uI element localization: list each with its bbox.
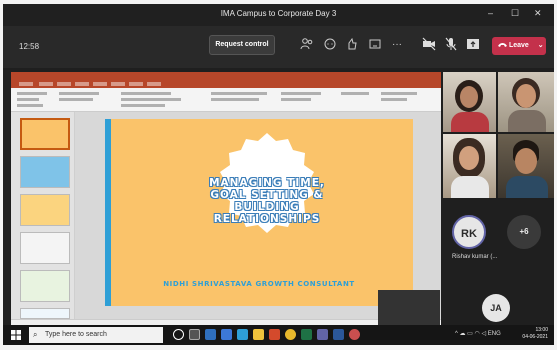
battery-icon[interactable]: ▭ bbox=[467, 331, 473, 337]
participant-video-4 bbox=[498, 134, 554, 198]
reactions-icon[interactable] bbox=[344, 37, 360, 53]
more-icon[interactable]: ··· bbox=[389, 37, 405, 53]
powerpoint-ribbon-tabs bbox=[11, 81, 441, 88]
file-explorer-icon[interactable] bbox=[253, 329, 264, 340]
phone-icon bbox=[498, 43, 507, 48]
participants-icon[interactable] bbox=[299, 37, 315, 53]
participant-video-3 bbox=[443, 134, 496, 198]
mic-off-icon[interactable] bbox=[443, 37, 459, 53]
participant-name: Rishav kumar (... bbox=[452, 254, 498, 260]
edge-icon[interactable] bbox=[205, 329, 216, 340]
store-icon[interactable] bbox=[221, 329, 232, 340]
cloud-icon[interactable]: ☁ bbox=[460, 331, 466, 337]
clock-date: 04-06-2021 bbox=[522, 334, 548, 340]
close-button[interactable]: ✕ bbox=[534, 8, 542, 19]
slide-subtitle: NIDHI SHRIVASTAVA GROWTH CONSULTANT bbox=[163, 280, 355, 288]
language-indicator[interactable]: ENG bbox=[488, 331, 501, 337]
windows-taskbar: ⌕ Type here to search ^ ☁ ▭ ◠ ◁ ENG 13:0… bbox=[3, 325, 554, 345]
slide-title: MANAGING TIME, GOAL SETTING & BUILDING R… bbox=[209, 177, 325, 225]
wifi-icon[interactable]: ◠ bbox=[475, 331, 480, 337]
current-slide: MANAGING TIME, GOAL SETTING & BUILDING R… bbox=[105, 119, 413, 306]
teams-icon[interactable] bbox=[317, 329, 328, 340]
shared-screen: MANAGING TIME, GOAL SETTING & BUILDING R… bbox=[11, 72, 441, 327]
presenter-video-overlay bbox=[378, 290, 440, 327]
mail-icon[interactable] bbox=[237, 329, 248, 340]
participant-video-1 bbox=[443, 72, 496, 132]
chrome-icon[interactable] bbox=[285, 329, 296, 340]
teams-window: IMA Campus to Corporate Day 3 – ☐ ✕ 12:5… bbox=[3, 4, 554, 345]
meeting-toolbar: 12:58 Request control ··· Leave ⌄ bbox=[3, 26, 554, 68]
leave-button[interactable]: Leave ⌄ bbox=[492, 37, 546, 55]
share-icon[interactable] bbox=[465, 37, 481, 53]
avatar-rk[interactable]: RK bbox=[452, 215, 486, 249]
powerpoint-icon[interactable] bbox=[269, 329, 280, 340]
taskbar-search-input[interactable]: ⌕ Type here to search bbox=[29, 327, 163, 343]
powerpoint-title-bar bbox=[11, 72, 441, 81]
rooms-icon[interactable] bbox=[367, 37, 383, 53]
powerpoint-ribbon bbox=[11, 88, 441, 112]
word-icon[interactable] bbox=[333, 329, 344, 340]
chevron-down-icon[interactable]: ⌄ bbox=[538, 42, 544, 49]
slide-thumbnail[interactable] bbox=[20, 118, 70, 150]
clock-time: 13:00 bbox=[535, 327, 548, 333]
slide-thumbnail[interactable] bbox=[20, 194, 70, 226]
windows-start-icon[interactable] bbox=[11, 330, 21, 340]
window-title: IMA Campus to Corporate Day 3 bbox=[220, 9, 337, 18]
avatar-ja[interactable]: JA bbox=[482, 294, 510, 322]
slide-canvas: MANAGING TIME, GOAL SETTING & BUILDING R… bbox=[75, 112, 441, 319]
slide-thumbnail[interactable] bbox=[20, 308, 70, 319]
camera-off-icon[interactable] bbox=[421, 37, 437, 53]
slide-thumbnail[interactable] bbox=[20, 270, 70, 302]
chat-icon[interactable] bbox=[322, 37, 338, 53]
volume-icon[interactable]: ◁ bbox=[481, 331, 486, 337]
task-view-icon[interactable] bbox=[189, 329, 200, 340]
search-icon: ⌕ bbox=[33, 330, 38, 339]
participant-video-2 bbox=[498, 72, 554, 132]
excel-icon[interactable] bbox=[301, 329, 312, 340]
slide-thumbnail[interactable] bbox=[20, 232, 70, 264]
maximize-button[interactable]: ☐ bbox=[511, 8, 519, 19]
leave-label: Leave bbox=[508, 42, 529, 49]
app-icon[interactable] bbox=[349, 329, 360, 340]
slide-thumbnail[interactable] bbox=[20, 156, 70, 188]
more-participants-button[interactable]: +6 bbox=[507, 215, 541, 249]
search-placeholder: Type here to search bbox=[45, 331, 107, 338]
slide-thumbnails bbox=[11, 112, 75, 319]
show-hidden-icon[interactable]: ^ bbox=[455, 331, 458, 337]
request-control-button[interactable]: Request control bbox=[209, 35, 275, 55]
system-tray: ^ ☁ ▭ ◠ ◁ ENG bbox=[455, 330, 501, 337]
minimize-button[interactable]: – bbox=[488, 8, 493, 18]
cortana-icon[interactable] bbox=[173, 329, 184, 340]
meeting-timer: 12:58 bbox=[19, 42, 40, 51]
title-bar: IMA Campus to Corporate Day 3 – ☐ ✕ bbox=[3, 4, 554, 26]
taskbar-clock[interactable]: 13:00 04-06-2021 bbox=[522, 327, 548, 341]
